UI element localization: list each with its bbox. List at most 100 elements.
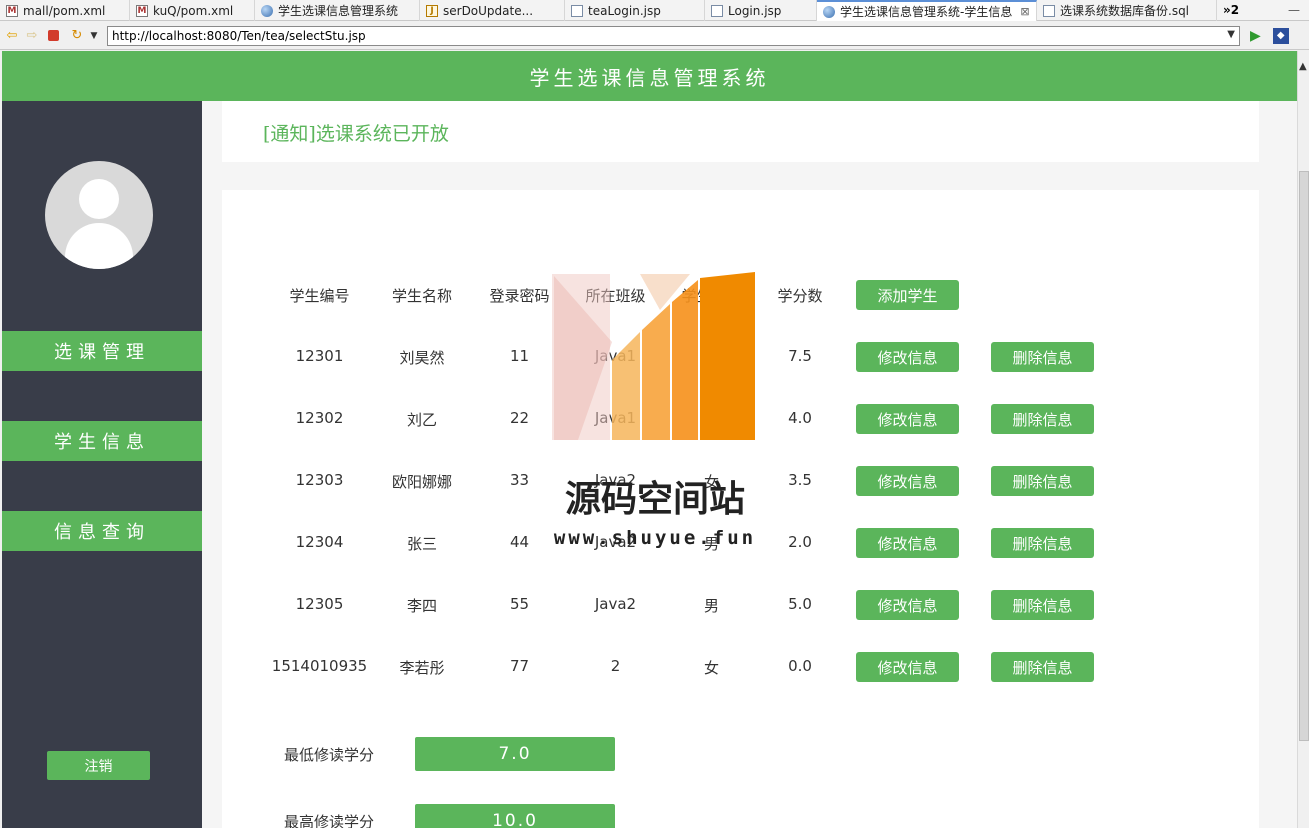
table-cell-name: 刘乙 <box>406 411 437 429</box>
sidebar: 选课管理 学生信息 信息查询 注销 <box>2 101 202 828</box>
edit-student-button[interactable]: 修改信息 <box>856 466 959 496</box>
avatar-body <box>65 223 133 269</box>
table-cell-name: 刘昊然 <box>399 349 445 367</box>
chevron-down-icon[interactable]: ▼ <box>89 28 99 44</box>
url-dropdown-icon[interactable]: ▼ <box>1227 29 1235 40</box>
add-student-button[interactable]: 添加学生 <box>856 280 959 310</box>
column-header-gender: 学生性别 <box>681 287 742 305</box>
editor-tab[interactable]: JserDoUpdate... <box>420 0 565 21</box>
file-icon <box>711 4 723 17</box>
stop-icon[interactable] <box>48 30 59 41</box>
table-cell-name: 李若彤 <box>399 659 445 677</box>
editor-tab-label: mall/pom.xml <box>23 3 106 18</box>
max-credit-value[interactable]: 10.0 <box>415 804 615 828</box>
column-header-password: 登录密码 <box>489 287 550 305</box>
back-arrow-icon[interactable]: ⇦ <box>4 28 20 44</box>
editor-tab-label: 学生选课信息管理系统-学生信息 <box>840 5 1013 19</box>
table-cell-id: 12301 <box>295 347 344 365</box>
edit-student-button[interactable]: 修改信息 <box>856 652 959 682</box>
go-icon[interactable]: ▶ <box>1250 28 1261 44</box>
logout-button[interactable]: 注销 <box>47 751 150 780</box>
maven-icon: M <box>136 4 148 17</box>
editor-tab[interactable]: 选课系统数据库备份.sql <box>1037 0 1217 21</box>
globe-icon <box>261 4 273 17</box>
column-header-name: 学生名称 <box>391 287 452 305</box>
min-credit-value[interactable]: 7.0 <box>415 737 615 771</box>
main-content: [通知]选课系统已开放 学生编号 学生名称 登录密码 所在班级 学生性别 学分数… <box>202 101 1297 828</box>
editor-tab[interactable]: MkuQ/pom.xml <box>130 0 255 21</box>
notice-text: [通知]选课系统已开放 <box>263 123 449 145</box>
editor-tab-label: serDoUpdate... <box>443 3 534 18</box>
editor-tab[interactable]: 学生选课信息管理系统 <box>255 0 420 21</box>
table-cell-credits: 3.5 <box>788 471 812 489</box>
delete-student-button[interactable]: 删除信息 <box>991 466 1094 496</box>
browser-nav-bar: ⇦ ⇨ ↻ ▼ http://localhost:8080/Ten/tea/se… <box>0 22 1309 50</box>
table-cell-password: 55 <box>509 595 530 613</box>
notice-bar: [通知]选课系统已开放 <box>222 101 1259 162</box>
column-header-class: 所在班级 <box>585 287 646 305</box>
avatar <box>45 161 153 269</box>
table-cell-class: Java1 <box>594 409 637 427</box>
editor-tab[interactable]: 学生选课信息管理系统-学生信息 ⊠ <box>817 0 1037 21</box>
table-cell-class: Java2 <box>594 533 637 551</box>
sidebar-item-info-query[interactable]: 信息查询 <box>2 511 202 551</box>
table-cell-credits: 2.0 <box>788 533 812 551</box>
max-credit-label: 最高修读学分 <box>284 813 375 828</box>
delete-student-button[interactable]: 删除信息 <box>991 528 1094 558</box>
refresh-icon[interactable]: ↻ <box>69 28 85 44</box>
sidebar-item-course-management[interactable]: 选课管理 <box>2 331 202 371</box>
table-cell-class: Java1 <box>594 347 637 365</box>
table-cell-password: 22 <box>509 409 530 427</box>
edit-student-button[interactable]: 修改信息 <box>856 404 959 434</box>
delete-student-button[interactable]: 删除信息 <box>991 590 1094 620</box>
scroll-up-icon[interactable]: ▲ <box>1299 61 1307 72</box>
editor-tab-label: 学生选课信息管理系统 <box>278 4 399 18</box>
delete-student-button[interactable]: 删除信息 <box>991 342 1094 372</box>
scrollbar-thumb[interactable] <box>1299 171 1309 741</box>
url-text: http://localhost:8080/Ten/tea/selectStu.… <box>112 28 366 43</box>
edit-student-button[interactable]: 修改信息 <box>856 342 959 372</box>
page-scrollbar[interactable]: ▲ <box>1297 51 1309 828</box>
editor-tab[interactable]: Mmall/pom.xml <box>0 0 130 21</box>
extension-icon[interactable]: ◆ <box>1272 27 1289 44</box>
globe-icon <box>823 5 835 18</box>
table-cell-credits: 4.0 <box>788 409 812 427</box>
table-cell-id: 12305 <box>295 595 344 613</box>
file-icon <box>1043 4 1055 17</box>
forward-arrow-icon[interactable]: ⇨ <box>24 28 40 44</box>
minimize-icon[interactable]: — <box>1279 0 1309 20</box>
table-cell-credits: 5.0 <box>788 595 812 613</box>
delete-student-button[interactable]: 删除信息 <box>991 404 1094 434</box>
table-cell-password: 44 <box>509 533 530 551</box>
table-cell-password: 11 <box>509 347 530 365</box>
edit-student-button[interactable]: 修改信息 <box>856 528 959 558</box>
editor-tab[interactable]: teaLogin.jsp <box>565 0 705 21</box>
sidebar-item-student-info[interactable]: 学生信息 <box>2 421 202 461</box>
column-header-credits: 学分数 <box>777 287 823 305</box>
table-cell-id: 12304 <box>295 533 344 551</box>
editor-tab-label: Login.jsp <box>728 3 782 18</box>
edit-student-button[interactable]: 修改信息 <box>856 590 959 620</box>
min-credit-label: 最低修读学分 <box>284 746 375 764</box>
maven-icon: M <box>6 4 18 17</box>
editor-tab-label: kuQ/pom.xml <box>153 3 234 18</box>
delete-student-button[interactable]: 删除信息 <box>991 652 1094 682</box>
table-cell-password: 33 <box>509 471 530 489</box>
jsp-icon: J <box>426 4 438 17</box>
table-cell-name: 李四 <box>406 597 437 615</box>
table-cell-gender: 女 <box>703 473 719 491</box>
table-cell-id: 12302 <box>295 409 344 427</box>
table-cell-id: 1514010935 <box>271 657 368 675</box>
avatar-head <box>79 179 119 219</box>
web-page: 学生选课信息管理系统 选课管理 学生信息 信息查询 注销 [通知]选课系统已开放… <box>2 51 1297 828</box>
file-icon <box>571 4 583 17</box>
more-tabs-button[interactable]: »2 <box>1217 0 1245 20</box>
column-header-id: 学生编号 <box>289 287 350 305</box>
editor-tab[interactable]: Login.jsp <box>705 0 817 21</box>
close-icon[interactable]: ⊠ <box>1020 5 1029 18</box>
url-input[interactable]: http://localhost:8080/Ten/tea/selectStu.… <box>107 25 1240 46</box>
table-cell-class: 2 <box>610 657 621 675</box>
table-cell-credits: 7.5 <box>788 347 812 365</box>
table-cell-gender: 男 <box>703 535 719 553</box>
table-cell-class: Java2 <box>594 595 637 613</box>
